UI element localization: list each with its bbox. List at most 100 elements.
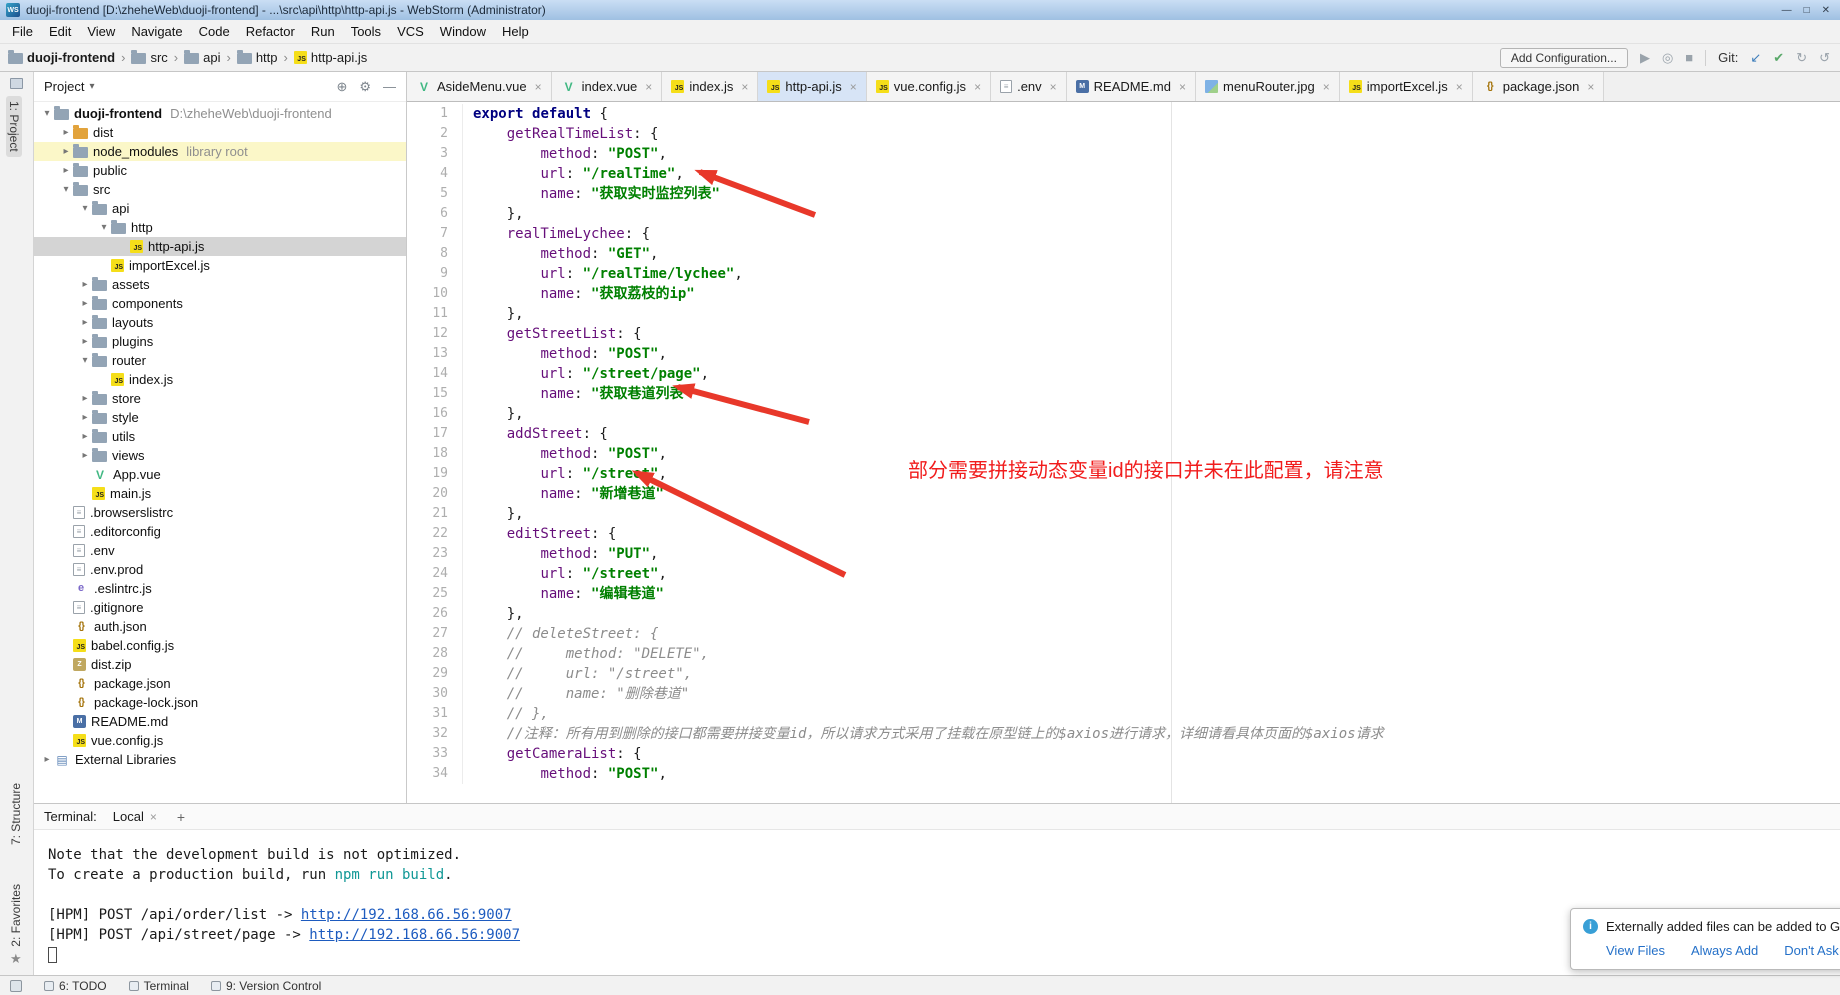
tree-item-vue.config.js[interactable]: JSvue.config.js [34, 731, 406, 750]
add-configuration-button[interactable]: Add Configuration... [1500, 48, 1628, 68]
tree-item-index.js[interactable]: JSindex.js [34, 370, 406, 389]
tree-item-node_modules[interactable]: ▸node_moduleslibrary root [34, 142, 406, 161]
hide-panel-icon[interactable]: ― [383, 79, 396, 95]
chevron-collapsed-icon[interactable]: ▸ [78, 450, 92, 461]
run-icon[interactable]: ▶ [1640, 50, 1650, 66]
always-add-link[interactable]: Always Add [1691, 943, 1758, 958]
tree-item-.gitignore[interactable]: ≡.gitignore [34, 598, 406, 617]
editor-tab-README.md[interactable]: MREADME.md× [1067, 72, 1196, 101]
breadcrumb-item-api[interactable]: api [184, 50, 220, 65]
editor-tab-http-api.js[interactable]: JShttp-api.js× [758, 72, 866, 101]
menu-vcs[interactable]: VCS [389, 21, 432, 42]
chevron-expanded-icon[interactable]: ▾ [78, 203, 92, 214]
menu-edit[interactable]: Edit [41, 21, 79, 42]
locate-file-icon[interactable]: ⊕ [336, 79, 347, 95]
tree-item-External Libraries[interactable]: ▸▤External Libraries [34, 750, 406, 769]
tree-item-public[interactable]: ▸public [34, 161, 406, 180]
stripe-button-project[interactable]: 1: Project [6, 96, 22, 157]
rollback-icon[interactable]: ↺ [1819, 50, 1830, 66]
chevron-collapsed-icon[interactable]: ▸ [59, 127, 73, 138]
editor-tab-menuRouter.jpg[interactable]: menuRouter.jpg× [1196, 72, 1340, 101]
chevron-expanded-icon[interactable]: ▾ [40, 108, 54, 119]
tree-item-layouts[interactable]: ▸layouts [34, 313, 406, 332]
editor-tab-AsideMenu.vue[interactable]: VAsideMenu.vue× [407, 72, 552, 101]
tree-item-store[interactable]: ▸store [34, 389, 406, 408]
tree-item-package.json[interactable]: {}package.json [34, 674, 406, 693]
history-icon[interactable]: ↻ [1796, 50, 1807, 66]
breadcrumb-item-http[interactable]: http [237, 50, 278, 65]
tab-close-icon[interactable]: × [1587, 80, 1594, 94]
tree-item-.browserslistrc[interactable]: ≡.browserslistrc [34, 503, 406, 522]
chevron-expanded-icon[interactable]: ▾ [97, 222, 111, 233]
terminal-link[interactable]: http://192.168.66.56:9007 [309, 927, 520, 943]
chevron-collapsed-icon[interactable]: ▸ [59, 165, 73, 176]
editor-tab-importExcel.js[interactable]: JSimportExcel.js× [1340, 72, 1473, 101]
tree-item-dist[interactable]: ▸dist [34, 123, 406, 142]
tree-item-api[interactable]: ▾api [34, 199, 406, 218]
tree-item-utils[interactable]: ▸utils [34, 427, 406, 446]
close-icon[interactable]: ✕ [1822, 5, 1830, 16]
menu-code[interactable]: Code [191, 21, 238, 42]
tree-item-src[interactable]: ▾src [34, 180, 406, 199]
tab-close-icon[interactable]: × [645, 80, 652, 94]
breadcrumb-item-duoji-frontend[interactable]: duoji-frontend [8, 50, 115, 65]
chevron-expanded-icon[interactable]: ▾ [78, 355, 92, 366]
chevron-collapsed-icon[interactable]: ▸ [78, 317, 92, 328]
coverage-icon[interactable]: ◎ [1662, 50, 1673, 66]
tab-close-icon[interactable]: × [974, 80, 981, 94]
tab-close-icon[interactable]: × [150, 810, 157, 824]
editor-tab-vue.config.js[interactable]: JSvue.config.js× [867, 72, 991, 101]
tree-item-http[interactable]: ▾http [34, 218, 406, 237]
menu-refactor[interactable]: Refactor [238, 21, 303, 42]
statusbar-9-version-control[interactable]: 9: Version Control [211, 979, 321, 993]
tab-close-icon[interactable]: × [1456, 80, 1463, 94]
stop-icon[interactable]: ■ [1685, 50, 1693, 65]
menu-view[interactable]: View [79, 21, 123, 42]
tab-close-icon[interactable]: × [1050, 80, 1057, 94]
tab-close-icon[interactable]: × [1323, 80, 1330, 94]
statusbar-6-todo[interactable]: 6: TODO [44, 979, 107, 993]
tab-close-icon[interactable]: × [535, 80, 542, 94]
commit-icon[interactable]: ✔ [1773, 50, 1784, 66]
breadcrumb-item-src[interactable]: src [131, 50, 167, 65]
tree-item-assets[interactable]: ▸assets [34, 275, 406, 294]
menu-tools[interactable]: Tools [343, 21, 389, 42]
stripe-button-favorites[interactable]: 2: Favorites [9, 884, 23, 947]
tree-item-dist.zip[interactable]: Zdist.zip [34, 655, 406, 674]
tree-item-importExcel.js[interactable]: JSimportExcel.js [34, 256, 406, 275]
menu-file[interactable]: File [4, 21, 41, 42]
chevron-collapsed-icon[interactable]: ▸ [40, 754, 54, 765]
chevron-collapsed-icon[interactable]: ▸ [78, 279, 92, 290]
tree-item-views[interactable]: ▸views [34, 446, 406, 465]
minimize-icon[interactable]: — [1782, 5, 1792, 16]
tree-item-plugins[interactable]: ▸plugins [34, 332, 406, 351]
update-project-icon[interactable]: ↙ [1750, 50, 1761, 66]
tree-item-components[interactable]: ▸components [34, 294, 406, 313]
chevron-collapsed-icon[interactable]: ▸ [78, 412, 92, 423]
maximize-icon[interactable]: □ [1804, 5, 1810, 16]
settings-icon[interactable]: ⚙ [359, 79, 371, 95]
chevron-collapsed-icon[interactable]: ▸ [78, 393, 92, 404]
terminal-tab-local[interactable]: Local × [107, 807, 163, 826]
statusbar-terminal[interactable]: Terminal [129, 979, 189, 993]
chevron-down-icon[interactable]: ▾ [89, 81, 94, 92]
terminal-link[interactable]: http://192.168.66.56:9007 [301, 907, 512, 923]
tree-item-App.vue[interactable]: VApp.vue [34, 465, 406, 484]
menu-run[interactable]: Run [303, 21, 343, 42]
tab-close-icon[interactable]: × [1179, 80, 1186, 94]
tree-item-auth.json[interactable]: {}auth.json [34, 617, 406, 636]
menu-window[interactable]: Window [432, 21, 494, 42]
menu-navigate[interactable]: Navigate [123, 21, 190, 42]
chevron-expanded-icon[interactable]: ▾ [59, 184, 73, 195]
tree-item-http-api.js[interactable]: JShttp-api.js [34, 237, 406, 256]
tab-close-icon[interactable]: × [741, 80, 748, 94]
view-files-link[interactable]: View Files [1606, 943, 1665, 958]
chevron-collapsed-icon[interactable]: ▸ [59, 146, 73, 157]
code-editor[interactable]: 1export default {2 getRealTimeList: {3 m… [407, 102, 1840, 803]
chevron-collapsed-icon[interactable]: ▸ [78, 298, 92, 309]
tab-close-icon[interactable]: × [850, 80, 857, 94]
tree-item-package-lock.json[interactable]: {}package-lock.json [34, 693, 406, 712]
new-terminal-icon[interactable]: + [173, 809, 189, 825]
tree-item-.eslintrc.js[interactable]: e.eslintrc.js [34, 579, 406, 598]
editor-tab-index.vue[interactable]: Vindex.vue× [552, 72, 663, 101]
